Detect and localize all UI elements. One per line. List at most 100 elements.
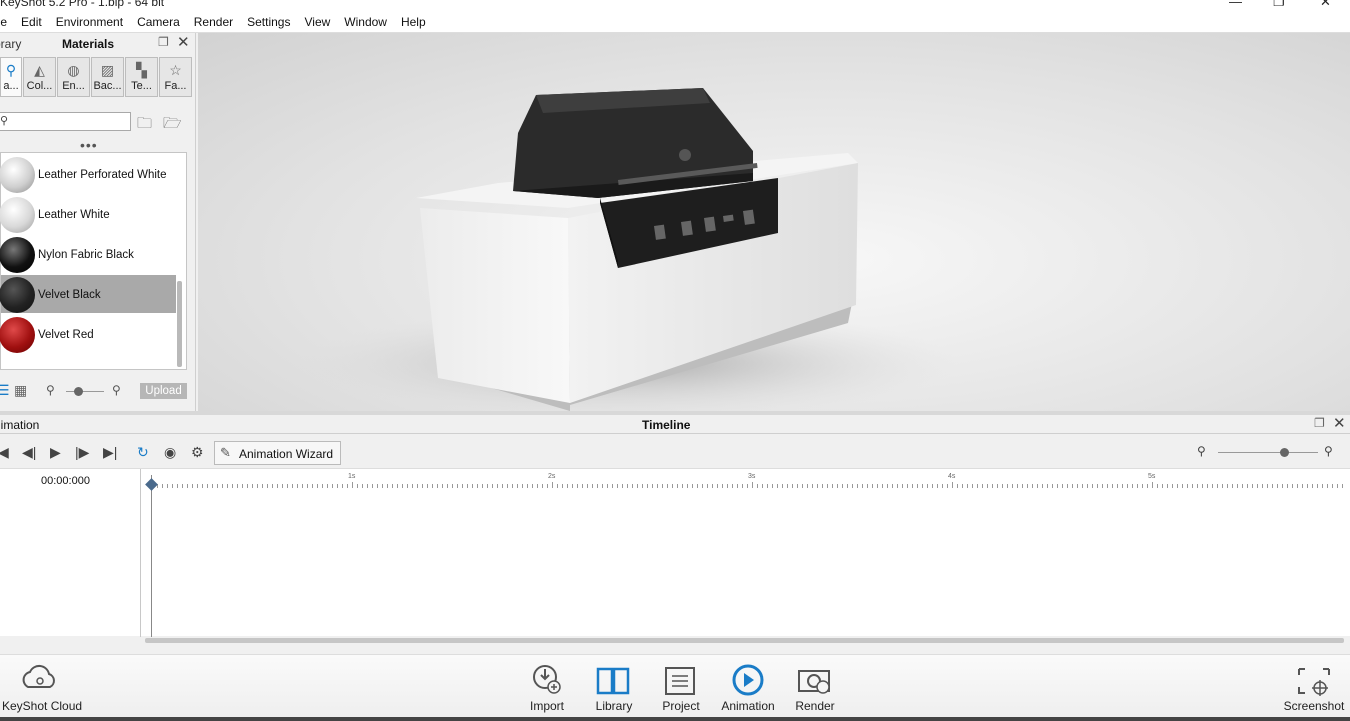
project-button[interactable]: Project (656, 661, 706, 713)
more-options-icon[interactable]: ••• (80, 137, 98, 153)
slider-knob[interactable] (74, 387, 83, 396)
animation-panel-label: nimation (0, 418, 40, 432)
tab-backplates[interactable]: ▨ Bac... (91, 57, 124, 97)
menu-help[interactable]: Help (401, 15, 426, 29)
zoom-out-icon[interactable]: ⚲ (46, 383, 55, 397)
ruler-tick (997, 484, 998, 488)
menu-file[interactable]: ile (0, 15, 7, 29)
close-icon[interactable]: ✕ (1333, 414, 1346, 432)
project-icon (665, 667, 695, 695)
ruler-tick (907, 484, 908, 488)
library-button[interactable]: Library (589, 661, 639, 713)
render-viewport[interactable] (198, 33, 1350, 418)
ruler-tick (347, 484, 348, 488)
menu-render[interactable]: Render (194, 15, 233, 29)
menu-environment[interactable]: Environment (56, 15, 123, 29)
minimize-button[interactable]: — (1229, 0, 1242, 9)
thumbnail-size-slider[interactable] (66, 391, 104, 392)
go-to-start-icon[interactable]: ◀ (0, 444, 9, 461)
step-forward-icon[interactable]: |▶ (75, 444, 89, 461)
zoom-in-icon[interactable]: ⚲ (112, 383, 121, 397)
ruler-tick (1102, 484, 1103, 488)
search-input[interactable]: ⚲ (0, 112, 131, 131)
maximize-button[interactable]: ❐ (1273, 0, 1285, 10)
gear-icon[interactable]: ⚙ (191, 444, 204, 461)
grid-view-icon[interactable]: ▦ (14, 382, 27, 399)
ruler-tick (992, 484, 993, 488)
library-tab[interactable]: brary (0, 37, 21, 51)
zoom-in-icon[interactable]: ⚲ (1324, 444, 1333, 458)
go-to-end-icon[interactable]: ▶| (103, 444, 117, 461)
close-icon[interactable]: ✕ (177, 33, 190, 51)
timeline-ruler[interactable]: 1s 2s 3s 4s 5s (152, 469, 1344, 489)
ruler-tick (212, 484, 213, 488)
ruler-label: 1s (348, 473, 356, 480)
material-list-scrollbar[interactable] (177, 281, 182, 367)
slider-knob[interactable] (1280, 448, 1289, 457)
step-back-icon[interactable]: ◀| (22, 444, 36, 461)
screenshot-button[interactable]: Screenshot (1282, 661, 1346, 713)
ruler-tick (612, 484, 613, 488)
ruler-label: 4s (948, 473, 956, 480)
undock-icon[interactable]: ❐ (158, 35, 169, 49)
tab-favorites[interactable]: ☆ Fa... (159, 57, 192, 97)
undock-icon[interactable]: ❐ (1314, 416, 1325, 430)
material-name: Velvet Red (38, 329, 94, 341)
list-item[interactable]: Leather White (0, 195, 176, 233)
ruler-label: 2s (548, 473, 556, 480)
ruler-tick (787, 484, 788, 488)
ruler-tick (187, 484, 188, 488)
ruler-tick (692, 484, 693, 488)
list-item-selected[interactable]: Velvet Black (0, 275, 176, 313)
zoom-out-icon[interactable]: ⚲ (1197, 444, 1206, 458)
list-item[interactable]: Nylon Fabric Black (0, 235, 176, 273)
ruler-tick (1322, 484, 1323, 488)
timeline-track-area[interactable]: 00:00:000 1s 2s 3s 4s 5s (0, 468, 1350, 637)
close-window-button[interactable]: ✕ (1320, 0, 1331, 10)
animation-wizard-button[interactable]: ✎ Animation Wizard (214, 441, 341, 465)
ruler-tick (1077, 484, 1078, 488)
timeline-zoom-slider[interactable] (1218, 452, 1318, 453)
menu-edit[interactable]: Edit (21, 15, 42, 29)
ruler-tick (742, 484, 743, 488)
tab-environments[interactable]: ◍ En... (57, 57, 90, 97)
ruler-tick (1002, 484, 1003, 488)
play-icon[interactable]: ▶ (50, 444, 61, 461)
upload-button[interactable]: Upload (140, 383, 187, 399)
ruler-tick (1227, 484, 1228, 488)
material-swatch (0, 317, 35, 353)
ruler-tick (807, 484, 808, 488)
timeline-scrollbar[interactable] (145, 638, 1344, 643)
tab-textures[interactable]: ▚ Te... (125, 57, 158, 97)
ruler-tick (1072, 484, 1073, 488)
ruler-tick (1272, 484, 1273, 488)
menu-settings[interactable]: Settings (247, 15, 290, 29)
animation-button[interactable]: Animation (718, 661, 778, 713)
materials-tab[interactable]: Materials (62, 37, 114, 51)
outdoor-grill-model (298, 88, 958, 418)
ruler-tick (757, 484, 758, 488)
menu-view[interactable]: View (304, 15, 330, 29)
folder-options-icon[interactable]: 🗁 (163, 113, 182, 138)
ruler-tick (887, 484, 888, 488)
import-button[interactable]: Import (522, 661, 572, 713)
list-item[interactable]: Velvet Red (0, 315, 176, 353)
menu-camera[interactable]: Camera (137, 15, 180, 29)
loop-icon[interactable]: ↻ (137, 444, 149, 461)
bottom-dock: KeyShot Cloud Import Library Project Ani… (0, 654, 1350, 721)
tab-colors[interactable]: ◭ Col... (23, 57, 56, 97)
tab-materials[interactable]: ⚲ a... (0, 57, 22, 97)
list-item[interactable]: Leather Perforated White (0, 155, 176, 193)
ruler-tick (1132, 484, 1133, 488)
preview-icon[interactable]: ◉ (164, 444, 176, 461)
ruler-tick (947, 484, 948, 488)
add-folder-icon[interactable]: 🗀 (137, 113, 152, 138)
render-button[interactable]: Render (790, 661, 840, 713)
ruler-tick (732, 484, 733, 488)
list-view-icon[interactable]: ☰ (0, 382, 10, 399)
ruler-tick (522, 484, 523, 488)
keyshot-cloud-button[interactable]: KeyShot Cloud (2, 661, 82, 713)
ruler-tick (1017, 484, 1018, 488)
menu-window[interactable]: Window (344, 15, 387, 29)
timeline-title: Timeline (642, 418, 691, 432)
